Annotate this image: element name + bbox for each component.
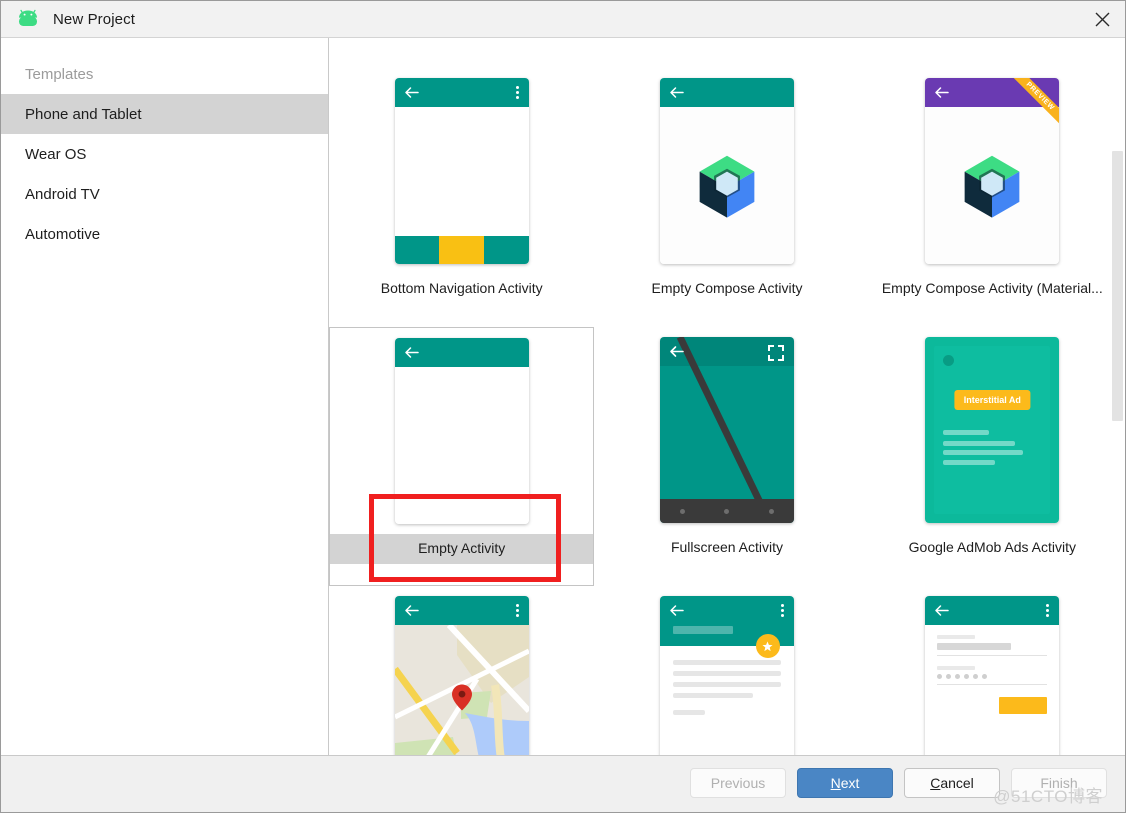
template-card-empty-compose-activity[interactable]: Empty Compose Activity — [594, 68, 859, 327]
template-label: Empty Compose Activity — [651, 280, 803, 296]
password-bullets — [937, 674, 1047, 679]
app-bar — [394, 78, 529, 107]
cancel-button-label: Cancel — [930, 775, 974, 791]
template-thumbnail — [925, 596, 1060, 755]
templates-sidebar: Templates Phone and Tablet Wear OS Andro… — [1, 38, 329, 755]
screen-body: Interstitial Ad — [925, 337, 1060, 523]
back-arrow-icon — [669, 604, 684, 617]
close-button[interactable] — [1079, 1, 1125, 37]
back-arrow-icon — [404, 86, 419, 99]
app-bar — [394, 338, 529, 367]
map-pin-icon — [451, 684, 472, 716]
app-bar — [394, 596, 529, 625]
map-preview — [394, 625, 529, 755]
template-label: Google AdMob Ads Activity — [908, 539, 1076, 555]
username-field-placeholder — [937, 643, 1012, 650]
template-label: Fullscreen Activity — [670, 539, 784, 555]
overflow-menu-icon — [515, 604, 520, 618]
template-thumbnail: PREVIEW — [925, 78, 1060, 264]
template-card-login-activity[interactable] — [860, 586, 1125, 755]
template-card-google-maps-activity[interactable] — [329, 586, 594, 755]
sidebar-item-wear-os[interactable]: Wear OS — [1, 134, 328, 174]
dialog-body: Templates Phone and Tablet Wear OS Andro… — [1, 38, 1125, 755]
android-robot-icon — [15, 9, 41, 29]
sidebar-item-phone-and-tablet[interactable]: Phone and Tablet — [1, 94, 328, 134]
back-arrow-icon — [934, 604, 950, 617]
template-card-fullscreen-activity[interactable]: Fullscreen Activity — [594, 327, 859, 586]
finish-button-label: Finish — [1040, 775, 1078, 791]
next-button[interactable]: Next — [797, 768, 893, 798]
template-card-row0-a[interactable] — [329, 38, 594, 68]
template-thumbnail — [659, 337, 794, 523]
sidebar-item-android-tv[interactable]: Android TV — [1, 174, 328, 214]
dialog-button-bar: Previous Next Cancel Finish — [690, 768, 1107, 798]
sidebar-header: Templates — [25, 65, 94, 83]
finish-button[interactable]: Finish — [1011, 768, 1107, 798]
fullscreen-expand-icon — [767, 345, 784, 361]
screen-body — [394, 367, 529, 524]
template-card-google-admob-ads-activity[interactable]: Interstitial Ad Google AdMob Ads Activit… — [860, 327, 1125, 586]
back-arrow-icon — [934, 86, 950, 99]
new-project-dialog: New Project Templates Phone and Tablet W… — [0, 0, 1126, 813]
app-bar — [659, 78, 794, 107]
username-label-placeholder — [937, 635, 976, 639]
login-submit-placeholder — [999, 697, 1048, 714]
back-arrow-icon — [669, 86, 684, 99]
back-arrow-icon — [404, 604, 419, 617]
template-thumbnail — [394, 78, 529, 264]
overflow-menu-icon — [780, 604, 785, 618]
template-card-row0-c[interactable] — [860, 38, 1125, 68]
next-button-label: Next — [830, 775, 860, 791]
previous-button-label: Previous — [710, 775, 766, 791]
avatar-dot-icon — [943, 355, 955, 366]
template-label: Empty Compose Activity (Material... — [881, 280, 1103, 296]
preview-badge: PREVIEW — [1003, 78, 1060, 134]
sidebar-item-label: Phone and Tablet — [25, 105, 142, 123]
app-bar — [925, 596, 1060, 625]
close-icon — [1095, 12, 1109, 26]
login-form-preview — [925, 625, 1060, 755]
overflow-menu-icon — [515, 86, 520, 100]
back-arrow-icon — [669, 345, 684, 358]
title-bar: New Project — [1, 1, 1125, 38]
template-card-empty-compose-activity-material3[interactable]: PREVIEW Empty Compose Activity (Material… — [860, 68, 1125, 327]
template-card-bottom-navigation-activity[interactable]: Bottom Navigation Activity — [329, 68, 594, 327]
bottom-navigation-bar — [394, 236, 529, 264]
template-thumbnail — [394, 338, 529, 524]
template-thumbnail — [659, 78, 794, 264]
preview-badge-label: PREVIEW — [1006, 78, 1060, 131]
cancel-button[interactable]: Cancel — [904, 768, 1000, 798]
interstitial-ad-badge: Interstitial Ad — [954, 390, 1030, 410]
system-navigation-bar — [659, 499, 794, 523]
password-label-placeholder — [937, 666, 976, 670]
diagonal-decoration — [676, 337, 774, 523]
jetpack-compose-logo-icon — [659, 107, 794, 264]
template-label: Empty Activity — [418, 540, 506, 556]
sidebar-item-label: Wear OS — [25, 145, 87, 163]
dialog-footer: Previous Next Cancel Finish @51CTO博客 — [1, 755, 1125, 812]
template-card-empty-activity[interactable]: Empty Activity — [329, 327, 595, 586]
previous-button[interactable]: Previous — [690, 768, 786, 798]
template-card-google-pay-activity[interactable]: Pay — [594, 586, 859, 755]
template-card-row0-b[interactable] — [594, 38, 859, 68]
gallery-scrollbar-thumb[interactable] — [1112, 151, 1123, 421]
template-grid: Bottom Navigation Activity Empty Compose… — [329, 38, 1125, 755]
template-label: Bottom Navigation Activity — [380, 280, 543, 296]
window-title: New Project — [53, 10, 135, 28]
template-thumbnail: Interstitial Ad — [925, 337, 1060, 523]
gallery-scrollbar[interactable] — [1111, 38, 1125, 755]
overflow-menu-icon — [1046, 604, 1050, 618]
template-thumbnail: Pay — [659, 596, 794, 755]
sidebar-item-label: Automotive — [25, 225, 101, 243]
sidebar-item-automotive[interactable]: Automotive — [1, 214, 328, 254]
star-badge-icon — [755, 634, 780, 658]
template-thumbnail — [394, 596, 529, 755]
back-arrow-icon — [404, 346, 419, 359]
content-placeholder-lines — [672, 660, 781, 721]
sidebar-item-label: Android TV — [25, 185, 100, 203]
template-gallery[interactable]: Bottom Navigation Activity Empty Compose… — [329, 38, 1125, 755]
